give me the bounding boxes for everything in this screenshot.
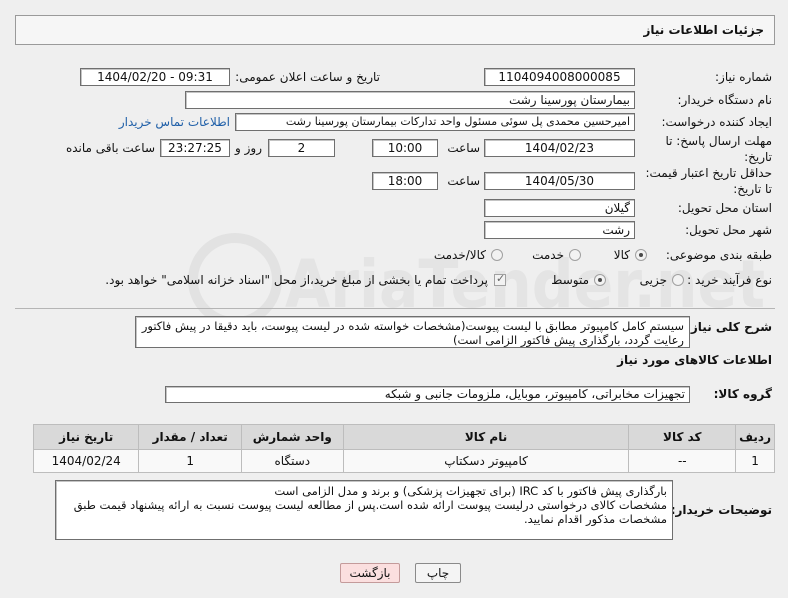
deadline-date-field: 1404/02/23 bbox=[484, 139, 635, 157]
column-header-date: تاریخ نیاز bbox=[32, 424, 140, 450]
column-header-name: نام کالا bbox=[342, 424, 630, 450]
cell-code: -- bbox=[628, 449, 737, 473]
validity-time-field: 18:00 bbox=[372, 172, 438, 190]
time-remaining-label: ساعت باقی مانده bbox=[65, 141, 155, 155]
goods-group-field: تجهیزات مخابراتی، کامپیوتر، موبایل، ملزو… bbox=[165, 386, 690, 403]
radio-icon[interactable] bbox=[491, 249, 503, 261]
city-field: رشت bbox=[484, 221, 635, 239]
category-option-goods-service[interactable]: کالا/خدمت bbox=[434, 247, 503, 263]
cell-row-number: 1 bbox=[735, 449, 775, 473]
page: AriaTender.net جزئیات اطلاعات نیاز شماره… bbox=[0, 0, 788, 598]
time-remaining-field: 23:27:25 bbox=[160, 139, 230, 157]
creator-field: امیرحسین محمدی پل سوئی مسئول واحد تدارکا… bbox=[235, 113, 635, 131]
divider bbox=[15, 308, 775, 309]
days-label: روز و bbox=[235, 141, 262, 155]
process-option-minor[interactable]: جزیی bbox=[640, 272, 684, 288]
buyer-field: بیمارستان پورسینا رشت bbox=[185, 91, 635, 109]
notes-line: مشخصات کالای درخواستی درلیست پیوست ارائه… bbox=[73, 498, 667, 526]
process-option-label: جزیی bbox=[639, 273, 667, 287]
radio-icon[interactable] bbox=[635, 249, 647, 261]
city-label: شهر محل تحویل: bbox=[685, 223, 772, 237]
goods-table: ردیف کد کالا نام کالا واحد شمارش تعداد /… bbox=[32, 424, 775, 473]
column-header-unit: واحد شمارش bbox=[240, 424, 344, 450]
treasury-text: پرداخت تمام یا بخشی از مبلغ خرید،از محل … bbox=[105, 273, 488, 287]
notes-label: توضیحات خریدار: bbox=[670, 503, 772, 517]
announce-datetime-field: 1404/02/20 - 09:31 bbox=[80, 68, 230, 86]
table-row: 1 -- کامپیوتر دسکتاپ دستگاه 1 1404/02/24 bbox=[32, 449, 775, 473]
description-label: شرح کلی نیاز: bbox=[686, 320, 772, 334]
radio-icon[interactable] bbox=[594, 274, 606, 286]
creator-label: ایجاد کننده درخواست: bbox=[661, 115, 772, 129]
buyer-label: نام دستگاه خریدار: bbox=[677, 93, 773, 107]
process-option-medium[interactable]: متوسط bbox=[551, 272, 606, 288]
category-option-label: کالا/خدمت bbox=[433, 248, 486, 262]
validity-date-field: 1404/05/30 bbox=[484, 172, 635, 190]
announce-label: تاریخ و ساعت اعلان عمومی: bbox=[235, 70, 380, 84]
radio-icon[interactable] bbox=[569, 249, 581, 261]
cell-name: کامپیوتر دسکتاپ bbox=[342, 449, 630, 473]
deadline-time-field: 10:00 bbox=[372, 139, 438, 157]
goods-group-label: گروه کالا: bbox=[713, 387, 772, 401]
print-button[interactable]: چاپ bbox=[415, 563, 461, 583]
category-option-service[interactable]: خدمت bbox=[532, 247, 581, 263]
validity-time-label: ساعت bbox=[447, 174, 480, 188]
province-field: گیلان bbox=[484, 199, 635, 217]
checkbox-icon[interactable] bbox=[494, 272, 506, 286]
process-label: نوع فرآیند خرید : bbox=[687, 273, 772, 287]
cell-date: 1404/02/24 bbox=[32, 449, 140, 473]
treasury-option[interactable]: پرداخت تمام یا بخشی از مبلغ خرید،از محل … bbox=[105, 272, 506, 288]
goods-section-title: اطلاعات کالاهای مورد نیاز bbox=[617, 353, 772, 367]
header-panel: جزئیات اطلاعات نیاز bbox=[15, 15, 775, 45]
radio-icon[interactable] bbox=[672, 274, 684, 286]
category-option-label: کالا bbox=[613, 248, 630, 262]
cell-unit: دستگاه bbox=[240, 449, 344, 473]
deadline-time-label: ساعت bbox=[447, 141, 480, 155]
column-header-quantity: تعداد / مقدار bbox=[138, 424, 242, 450]
category-option-goods[interactable]: کالا bbox=[614, 247, 647, 263]
category-option-label: خدمت bbox=[532, 248, 564, 262]
notes-textarea[interactable]: بارگذاری پیش فاکتور با کد IRC (برای تجهی… bbox=[55, 480, 673, 540]
need-number-field: 1104094008000085 bbox=[484, 68, 635, 86]
table-header-row: ردیف کد کالا نام کالا واحد شمارش تعداد /… bbox=[32, 424, 775, 450]
validity-label-line1: حداقل تاریخ اعتبار قیمت: bbox=[645, 166, 772, 180]
notes-line: بارگذاری پیش فاکتور با کد IRC (برای تجهی… bbox=[274, 484, 667, 498]
province-label: استان محل تحویل: bbox=[677, 201, 772, 215]
process-option-label: متوسط bbox=[551, 273, 589, 287]
back-button[interactable]: بازگشت bbox=[340, 563, 400, 583]
days-remaining-field: 2 bbox=[268, 139, 335, 157]
page-title: جزئیات اطلاعات نیاز bbox=[643, 23, 764, 37]
validity-label-line2: تا تاریخ: bbox=[733, 182, 772, 196]
column-header-row-number: ردیف bbox=[735, 424, 775, 450]
column-header-code: کد کالا bbox=[628, 424, 737, 450]
deadline-label-line2: تاریخ: bbox=[744, 150, 772, 164]
need-number-label: شماره نیاز: bbox=[715, 70, 772, 84]
deadline-label-line1: مهلت ارسال پاسخ: تا bbox=[665, 134, 772, 148]
cell-quantity: 1 bbox=[138, 449, 242, 473]
description-textarea[interactable]: سیستم کامل کامپیوتر مطابق با لیست پیوست(… bbox=[135, 316, 690, 348]
category-label: طبقه بندی موضوعی: bbox=[665, 248, 772, 262]
buyer-contact-link[interactable]: اطلاعات تماس خریدار bbox=[119, 114, 230, 130]
